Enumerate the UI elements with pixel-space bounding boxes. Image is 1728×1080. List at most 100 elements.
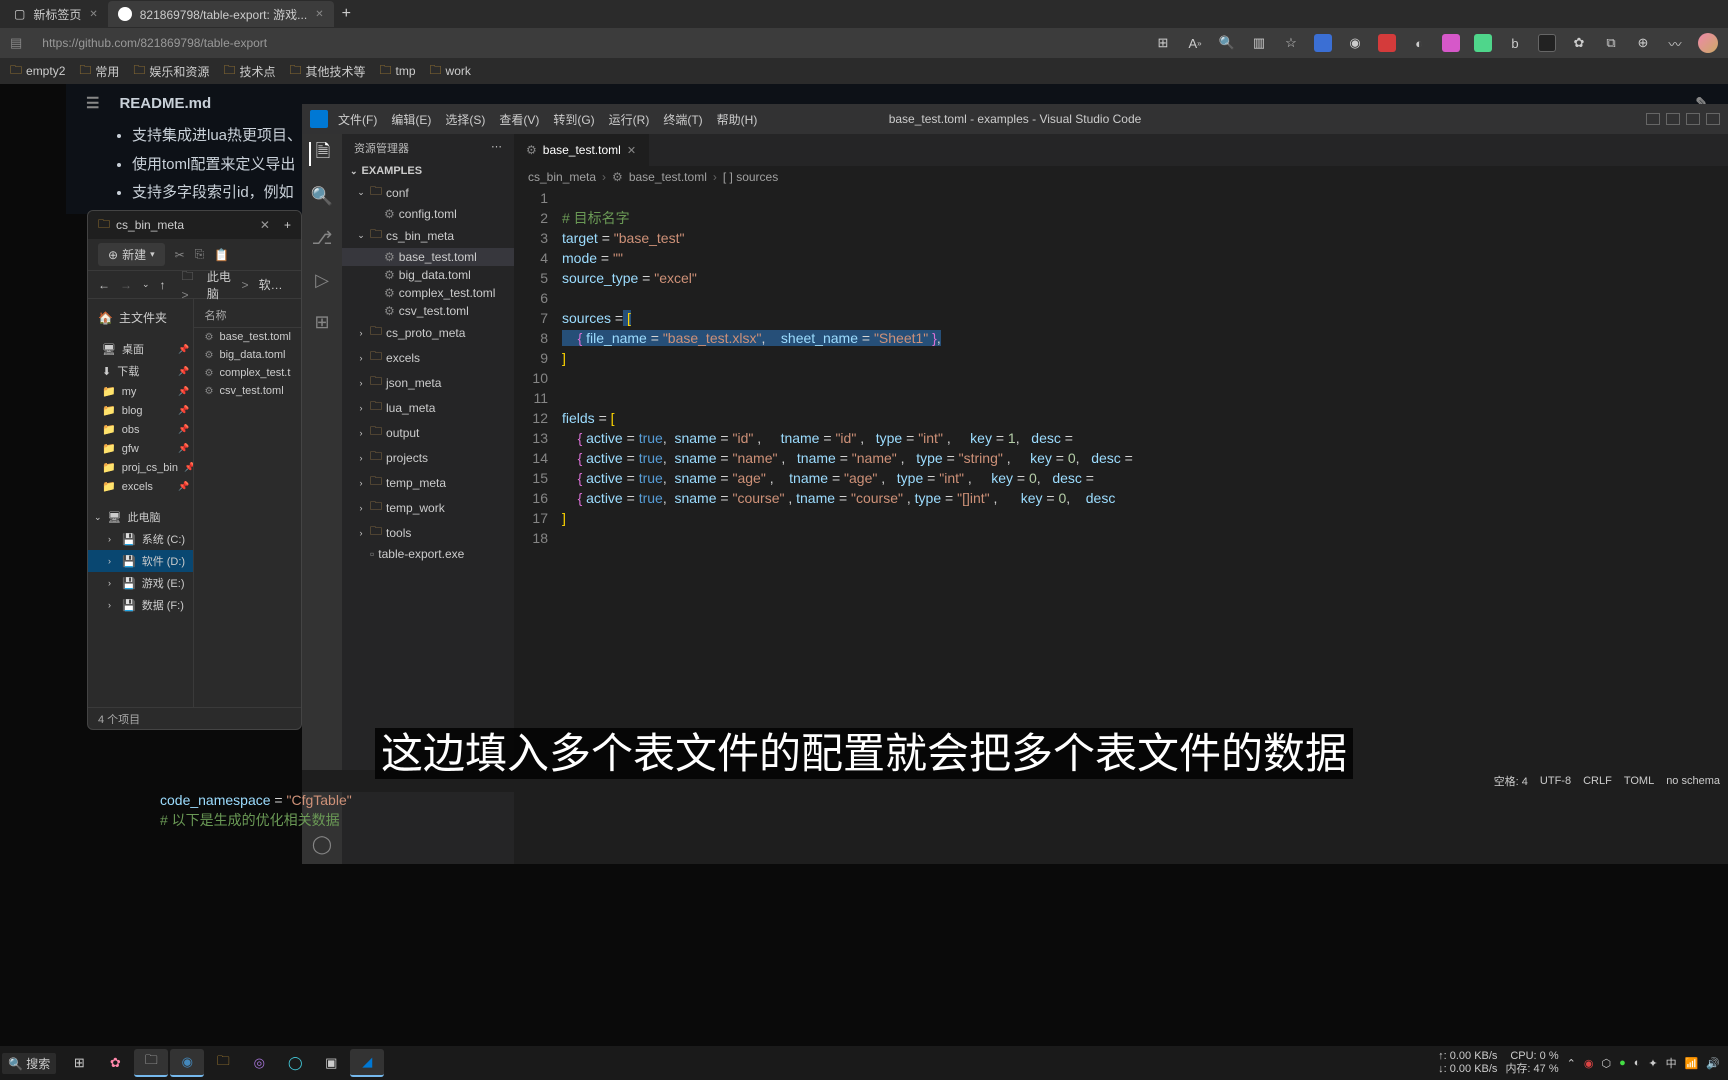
bookmark-1[interactable]: 🗀常用 bbox=[79, 61, 119, 82]
taskbar-app-1[interactable]: ✿ bbox=[98, 1049, 132, 1077]
close-icon[interactable]: ✕ bbox=[260, 218, 270, 232]
site-info-icon[interactable]: ▤ bbox=[10, 35, 22, 51]
close-icon[interactable]: ✕ bbox=[315, 9, 323, 20]
menu-item[interactable]: 文件(F) bbox=[338, 111, 377, 128]
browser-tab-0[interactable]: ▢ 新标签页 ✕ bbox=[4, 1, 108, 27]
tree-folder[interactable]: ›🗀 tools bbox=[342, 520, 514, 545]
ext-icon-4[interactable] bbox=[1442, 34, 1460, 52]
layout-icons[interactable] bbox=[1646, 113, 1720, 125]
taskbar-vscode[interactable]: ◢ bbox=[350, 1049, 384, 1077]
drive-item[interactable]: ›💾游戏 (E:) bbox=[88, 572, 193, 594]
explorer-tab-title[interactable]: cs_bin_meta bbox=[116, 218, 184, 232]
quick-access-item[interactable]: 📁gfw📌 bbox=[88, 439, 193, 458]
tree-folder[interactable]: ›🗀 cs_proto_meta bbox=[342, 320, 514, 345]
tree-folder[interactable]: ›🗀 excels bbox=[342, 345, 514, 370]
tree-file[interactable]: ▫ table-export.exe bbox=[342, 545, 514, 563]
ext-icon-9[interactable]: 〰 bbox=[1666, 34, 1684, 52]
taskbar-search[interactable]: 🔍 搜索 bbox=[2, 1053, 56, 1074]
quick-access-item[interactable]: 📁blog📌 bbox=[88, 401, 193, 420]
ext-icon-7[interactable]: ✿ bbox=[1570, 34, 1588, 52]
quick-access-item[interactable]: 📁excels📌 bbox=[88, 477, 193, 496]
taskbar-folder[interactable]: 🗀 bbox=[206, 1049, 240, 1077]
chevron-up-icon[interactable]: ⌃ bbox=[1567, 1057, 1576, 1070]
menu-item[interactable]: 编辑(E) bbox=[391, 111, 431, 128]
breadcrumb[interactable]: cs_bin_meta› ⚙base_test.toml› [ ] source… bbox=[514, 166, 1728, 188]
tree-file[interactable]: ⚙ complex_test.toml bbox=[342, 284, 514, 302]
tree-folder[interactable]: ⌄🗀 conf bbox=[342, 180, 514, 205]
file-item[interactable]: ⚙base_test.toml bbox=[194, 328, 301, 346]
app-icon[interactable]: ⊞ bbox=[1154, 34, 1172, 52]
tree-file[interactable]: ⚙ base_test.toml bbox=[342, 248, 514, 266]
bookmark-5[interactable]: 🗀tmp bbox=[380, 61, 416, 82]
path-part-0[interactable]: 此电脑 bbox=[207, 268, 232, 302]
menu-item[interactable]: 终端(T) bbox=[663, 111, 702, 128]
this-pc[interactable]: 此电脑 bbox=[128, 509, 161, 525]
taskbar-app-3[interactable]: ◯ bbox=[278, 1049, 312, 1077]
tray-icon[interactable]: ⬡ bbox=[1601, 1057, 1611, 1070]
drive-item[interactable]: ›💾软件 (D:) bbox=[88, 550, 193, 572]
url-input[interactable]: https://github.com/821869798/table-expor… bbox=[32, 36, 432, 50]
taskbar-app-2[interactable]: ◎ bbox=[242, 1049, 276, 1077]
drive-item[interactable]: ›💾系统 (C:) bbox=[88, 528, 193, 550]
tree-folder[interactable]: ›🗀 temp_work bbox=[342, 495, 514, 520]
project-name[interactable]: EXAMPLES bbox=[362, 165, 423, 177]
cut-icon[interactable]: ✂ bbox=[175, 248, 185, 262]
explorer-icon[interactable]: 🗎 bbox=[309, 142, 333, 166]
search-icon[interactable]: 🔍 bbox=[310, 184, 334, 208]
font-icon[interactable]: A» bbox=[1186, 34, 1204, 52]
tray-icon[interactable]: ✦ bbox=[1648, 1057, 1657, 1070]
tree-folder[interactable]: ›🗀 json_meta bbox=[342, 370, 514, 395]
up-icon[interactable]: ↑ bbox=[160, 278, 166, 292]
bookmark-6[interactable]: 🗀work bbox=[430, 61, 471, 82]
menu-item[interactable]: 查看(V) bbox=[499, 111, 539, 128]
new-tab-button[interactable]: + bbox=[284, 218, 291, 232]
tree-folder[interactable]: ⌄🗀 cs_bin_meta bbox=[342, 223, 514, 248]
copy-icon[interactable]: ⎘ bbox=[195, 247, 205, 262]
zoom-icon[interactable]: 🔍 bbox=[1218, 34, 1236, 52]
tree-file[interactable]: ⚙ config.toml bbox=[342, 205, 514, 223]
tray-icon[interactable]: ◐ bbox=[1634, 1057, 1641, 1069]
file-item[interactable]: ⚙complex_test.t bbox=[194, 364, 301, 382]
new-tab-button[interactable]: + bbox=[334, 5, 359, 23]
ext-icon-8[interactable]: ⧉ bbox=[1602, 34, 1620, 52]
new-button[interactable]: ⊕ 新建 ▾ bbox=[98, 243, 165, 266]
taskbar-terminal[interactable]: ▣ bbox=[314, 1049, 348, 1077]
editor-tab[interactable]: ⚙ base_test.toml ✕ bbox=[514, 134, 649, 166]
task-view-icon[interactable]: ⊞ bbox=[62, 1049, 96, 1077]
tray-wifi-icon[interactable]: 📶 bbox=[1685, 1057, 1699, 1070]
tray-icon[interactable]: ◉ bbox=[1584, 1057, 1594, 1070]
bookmark-3[interactable]: 🗀技术点 bbox=[223, 61, 275, 82]
browser-tab-1[interactable]: 821869798/table-export: 游戏... ✕ bbox=[108, 1, 334, 27]
tree-file[interactable]: ⚙ big_data.toml bbox=[342, 266, 514, 284]
file-item[interactable]: ⚙big_data.toml bbox=[194, 346, 301, 364]
quick-access-item[interactable]: 📁proj_cs_bin📌 bbox=[88, 458, 193, 477]
taskbar-edge[interactable]: ◉ bbox=[170, 1049, 204, 1077]
tree-folder[interactable]: ›🗀 projects bbox=[342, 445, 514, 470]
menu-icon[interactable]: ☰ bbox=[86, 94, 99, 112]
quick-access-item[interactable]: ⬇下载📌 bbox=[88, 360, 193, 382]
more-icon[interactable]: ⋯ bbox=[491, 140, 502, 156]
path-part-1[interactable]: 软件 (D:) bbox=[259, 276, 291, 293]
drive-item[interactable]: ›💾数据 (F:) bbox=[88, 594, 193, 616]
quick-access-item[interactable]: 🖥桌面📌 bbox=[88, 338, 193, 360]
back-icon[interactable]: ← bbox=[98, 278, 110, 292]
record-icon[interactable]: ◉ bbox=[1346, 34, 1364, 52]
source-control-icon[interactable]: ⎇ bbox=[310, 226, 334, 250]
menu-item[interactable]: 选择(S) bbox=[445, 111, 485, 128]
bookmark-2[interactable]: 🗀娱乐和资源 bbox=[133, 61, 209, 82]
tray-ime[interactable]: 中 bbox=[1666, 1055, 1677, 1071]
bing-icon[interactable]: b bbox=[1506, 34, 1524, 52]
bookmark-0[interactable]: 🗀empty2 bbox=[10, 61, 65, 82]
ext-icon-2[interactable] bbox=[1378, 34, 1396, 52]
extensions-icon[interactable]: ⊞ bbox=[310, 310, 334, 334]
quick-access-item[interactable]: 📁obs📌 bbox=[88, 420, 193, 439]
reader-icon[interactable]: ▥ bbox=[1250, 34, 1268, 52]
collections-icon[interactable]: ⊕ bbox=[1634, 34, 1652, 52]
close-icon[interactable]: ✕ bbox=[627, 144, 636, 157]
ext-icon-1[interactable] bbox=[1314, 34, 1332, 52]
star-icon[interactable]: ☆ bbox=[1282, 34, 1300, 52]
tray-icon[interactable]: ● bbox=[1619, 1057, 1626, 1069]
menu-item[interactable]: 运行(R) bbox=[609, 111, 650, 128]
tree-folder[interactable]: ›🗀 output bbox=[342, 420, 514, 445]
profile-avatar[interactable] bbox=[1698, 33, 1718, 53]
